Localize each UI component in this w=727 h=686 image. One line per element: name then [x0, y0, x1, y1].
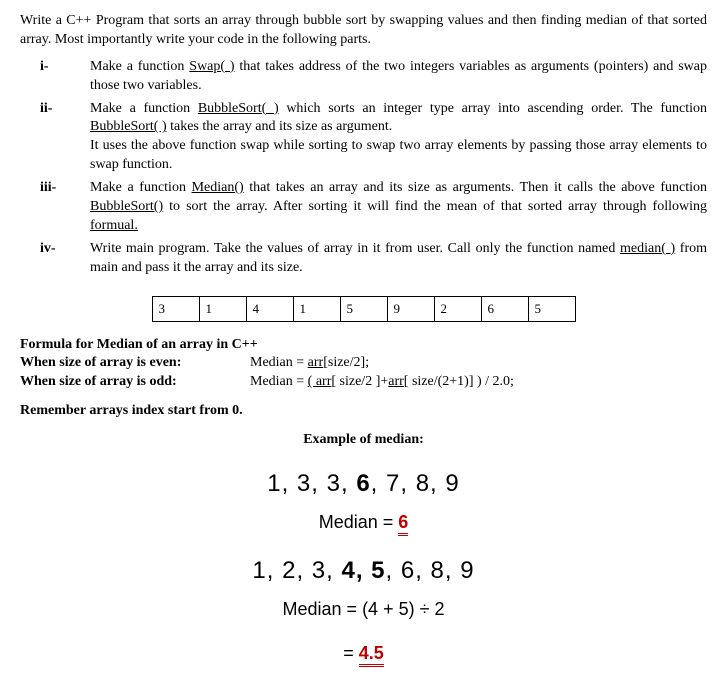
part-number: ii-	[40, 100, 90, 180]
text: [ size/2 ]+	[331, 374, 388, 389]
part-ii: ii- Make a function BubbleSort( ) which …	[40, 100, 707, 180]
text: =	[343, 643, 359, 663]
intro-text: Write a C++ Program that sorts an array …	[20, 12, 707, 50]
formula-even-label: When size of array is even:	[20, 354, 250, 373]
formula-even-value: Median = arr[size/2];	[250, 354, 369, 373]
median-line: Median = 6	[20, 510, 707, 534]
median-example-even: 1, 2, 3, 4, 5, 6, 8, 9 Median = (4 + 5) …	[20, 555, 707, 666]
array-cell: 6	[481, 296, 528, 321]
text: [ size/(2+1)] ) / 2.0;	[404, 374, 514, 389]
part-body: Make a function Swap( ) that takes addre…	[90, 58, 707, 100]
index-reminder: Remember arrays index start from 0.	[20, 402, 707, 421]
function-name: median( )	[620, 241, 675, 256]
part-body: Make a function Median() that takes an a…	[90, 179, 707, 240]
parts-list: i- Make a function Swap( ) that takes ad…	[40, 58, 707, 282]
text: Write main program. Take the values of a…	[90, 241, 620, 256]
text: Median =	[250, 374, 308, 389]
function-name: Median()	[192, 180, 244, 195]
text: Make a function	[90, 59, 189, 74]
median-result: = 4.5	[20, 641, 707, 665]
table-row: 3 1 4 1 5 9 2 6 5	[152, 296, 575, 321]
highlight: 4, 5	[341, 557, 385, 584]
formula-title: Formula for Median of an array in C++	[20, 336, 707, 355]
median-expression: (4 + 5) ÷ 2	[362, 599, 444, 619]
array-cell: 5	[340, 296, 387, 321]
text: 1, 2, 3,	[252, 557, 341, 584]
example-title: Example of median:	[20, 431, 707, 450]
formula-odd-label: When size of array is odd:	[20, 373, 250, 392]
text: It uses the above function swap while so…	[90, 137, 707, 175]
formula-block: Formula for Median of an array in C++ Wh…	[20, 336, 707, 393]
part-number: i-	[40, 58, 90, 100]
part-number: iii-	[40, 179, 90, 240]
text: Median =	[319, 512, 399, 532]
array-cell: 1	[199, 296, 246, 321]
array-cell: 4	[246, 296, 293, 321]
text: , 6, 8, 9	[386, 557, 475, 584]
text: Make a function	[90, 180, 192, 195]
text: arr	[308, 355, 324, 370]
function-name: BubbleSort()	[90, 199, 163, 214]
text: [size/2];	[323, 355, 369, 370]
text: Median =	[283, 599, 363, 619]
text: Median =	[250, 355, 308, 370]
text: , 7, 8, 9	[371, 470, 460, 497]
text: 1, 3, 3,	[267, 470, 356, 497]
text: to sort the array. After sorting it will…	[163, 199, 707, 214]
part-i: i- Make a function Swap( ) that takes ad…	[40, 58, 707, 100]
text: that takes an array and its size as argu…	[244, 180, 707, 195]
part-iv: iv- Write main program. Take the values …	[40, 240, 707, 282]
part-number: iv-	[40, 240, 90, 282]
array-cell: 2	[434, 296, 481, 321]
sequence: 1, 2, 3, 4, 5, 6, 8, 9	[20, 555, 707, 587]
median-line: Median = (4 + 5) ÷ 2	[20, 597, 707, 621]
array-cell: 5	[528, 296, 575, 321]
function-name: Swap( )	[189, 59, 234, 74]
array-cell: 9	[387, 296, 434, 321]
highlight: 6	[356, 470, 370, 497]
function-name: BubbleSort( )	[198, 101, 279, 116]
text: ( arr	[308, 374, 332, 389]
median-value: 4.5	[359, 643, 384, 667]
median-value: 6	[398, 512, 408, 536]
text: Make a function	[90, 101, 198, 116]
part-body: Make a function BubbleSort( ) which sort…	[90, 100, 707, 180]
text: which sorts an integer type array into a…	[279, 101, 707, 116]
sequence: 1, 3, 3, 6, 7, 8, 9	[20, 468, 707, 500]
part-body: Write main program. Take the values of a…	[90, 240, 707, 282]
array-cell: 3	[152, 296, 199, 321]
example-array-table: 3 1 4 1 5 9 2 6 5	[152, 296, 576, 322]
array-cell: 1	[293, 296, 340, 321]
formula-odd-value: Median = ( arr[ size/2 ]+arr[ size/(2+1)…	[250, 373, 514, 392]
word-formula: formual.	[90, 218, 138, 233]
part-iii: iii- Make a function Median() that takes…	[40, 179, 707, 240]
median-example-odd: 1, 3, 3, 6, 7, 8, 9 Median = 6	[20, 468, 707, 535]
text: arr	[388, 374, 404, 389]
text: takes the array and its size as argument…	[167, 119, 393, 134]
function-name: BubbleSort( )	[90, 119, 167, 134]
